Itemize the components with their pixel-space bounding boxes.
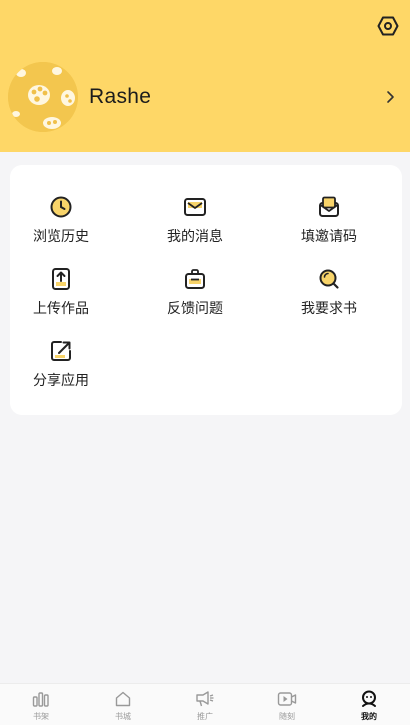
menu-item-history[interactable]: 浏览历史 <box>11 194 111 250</box>
menu-item-share-app[interactable]: 分享应用 <box>11 338 111 394</box>
search-book-icon <box>316 266 342 292</box>
menu-item-upload[interactable]: 上传作品 <box>11 266 111 322</box>
upload-icon <box>48 266 74 292</box>
menu-item-label: 反馈问题 <box>167 301 223 317</box>
tab-bookshelf[interactable]: 书架 <box>0 684 82 725</box>
tab-moments[interactable]: 随刻 <box>246 684 328 725</box>
profile-icon <box>359 690 379 708</box>
tab-mine[interactable]: 我的 <box>328 684 410 725</box>
menu-item-feedback[interactable]: 反馈问题 <box>145 266 245 322</box>
share-icon <box>48 338 74 364</box>
menu-item-label: 上传作品 <box>33 301 89 317</box>
tab-label: 我的 <box>361 712 377 721</box>
clock-icon <box>48 194 74 220</box>
menu-card: 浏览历史 我的消息 填邀请码 上传作品 反馈问题 我要求书 分享应用 <box>10 165 402 415</box>
profile-header: Rashe <box>0 0 410 152</box>
menu-item-request-book[interactable]: 我要求书 <box>279 266 379 322</box>
menu-item-label: 浏览历史 <box>33 229 89 245</box>
envelope-icon <box>182 194 208 220</box>
tab-label: 随刻 <box>279 712 295 721</box>
menu-item-invite-code[interactable]: 填邀请码 <box>279 194 379 250</box>
menu-item-label: 我的消息 <box>167 229 223 245</box>
tab-bookstore[interactable]: 书城 <box>82 684 164 725</box>
menu-item-label: 我要求书 <box>301 301 357 317</box>
bookshelf-icon <box>31 690 51 708</box>
home-icon <box>113 690 133 708</box>
settings-icon[interactable] <box>374 12 402 40</box>
megaphone-icon <box>195 690 215 708</box>
chevron-right-icon[interactable] <box>384 88 398 106</box>
tab-label: 书架 <box>33 712 49 721</box>
video-icon <box>277 690 297 708</box>
menu-item-label: 填邀请码 <box>301 229 357 245</box>
menu-item-label: 分享应用 <box>33 373 89 389</box>
profile-row[interactable]: Rashe <box>8 62 402 132</box>
menu-item-messages[interactable]: 我的消息 <box>145 194 245 250</box>
tab-promote[interactable]: 推广 <box>164 684 246 725</box>
username: Rashe <box>89 85 152 108</box>
avatar[interactable] <box>8 62 78 132</box>
tab-label: 推广 <box>197 712 213 721</box>
bottom-tab-bar: 书架 书城 推广 随刻 我的 <box>0 683 410 725</box>
invite-envelope-icon <box>316 194 342 220</box>
tab-label: 书城 <box>115 712 131 721</box>
feedback-bag-icon <box>182 266 208 292</box>
